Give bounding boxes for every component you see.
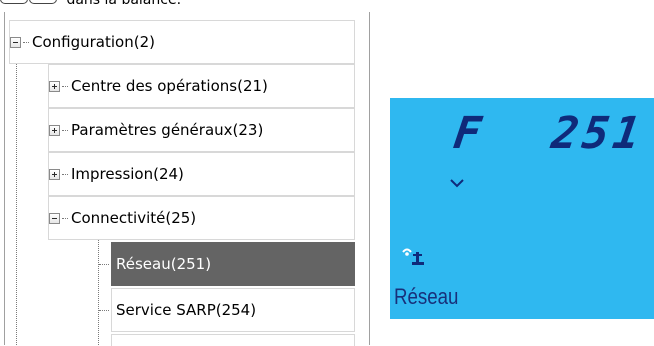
lcd-code-letter: F: [450, 108, 489, 159]
settings-tree: Configuration(2) Centre des opérations(2…: [4, 12, 370, 346]
tree-item-centre-operations[interactable]: Centre des opérations(21): [48, 64, 355, 108]
tree-guide-line: [16, 46, 17, 345]
tree-item-label: Configuration(2): [32, 33, 155, 51]
key-icons: [0, 0, 58, 8]
lcd-code-number: 251: [548, 108, 648, 159]
tree-item-connectivite[interactable]: Connectivité(25): [48, 196, 355, 240]
wifi-scale-icon: [402, 248, 424, 265]
tree-item-label: Impression(24): [71, 165, 184, 183]
expand-icon[interactable]: [49, 124, 60, 136]
tree-item-service-sarp[interactable]: Service SARP(254): [111, 288, 355, 332]
tree-connector: [99, 310, 109, 311]
top-caption: dans la balance.: [0, 0, 240, 8]
tree-item-partial: [111, 334, 355, 346]
tree-item-configuration[interactable]: Configuration(2): [9, 20, 355, 64]
tree-item-label: Paramètres généraux(23): [71, 121, 264, 139]
tree-item-parametres-generaux[interactable]: Paramètres généraux(23): [48, 108, 355, 152]
tree-item-label: Service SARP(254): [116, 301, 257, 319]
caption-text: dans la balance.: [66, 0, 182, 8]
collapse-icon[interactable]: [49, 212, 60, 224]
small-arrow-icon: [450, 179, 464, 188]
tree-item-label: Réseau(251): [116, 255, 212, 273]
expand-icon[interactable]: [49, 80, 60, 92]
tree-guide-line: [98, 222, 99, 345]
tree-connector: [99, 264, 109, 265]
collapse-icon[interactable]: [10, 36, 21, 48]
tree-item-reseau[interactable]: Réseau(251): [111, 242, 355, 286]
lcd-bottom-label: Réseau: [394, 284, 459, 309]
tree-item-label: Centre des opérations(21): [71, 77, 268, 95]
lcd-display: F 251 Réseau: [390, 98, 654, 319]
tree-item-impression[interactable]: Impression(24): [48, 152, 355, 196]
expand-icon[interactable]: [49, 168, 60, 180]
tree-item-label: Connectivité(25): [71, 209, 197, 227]
